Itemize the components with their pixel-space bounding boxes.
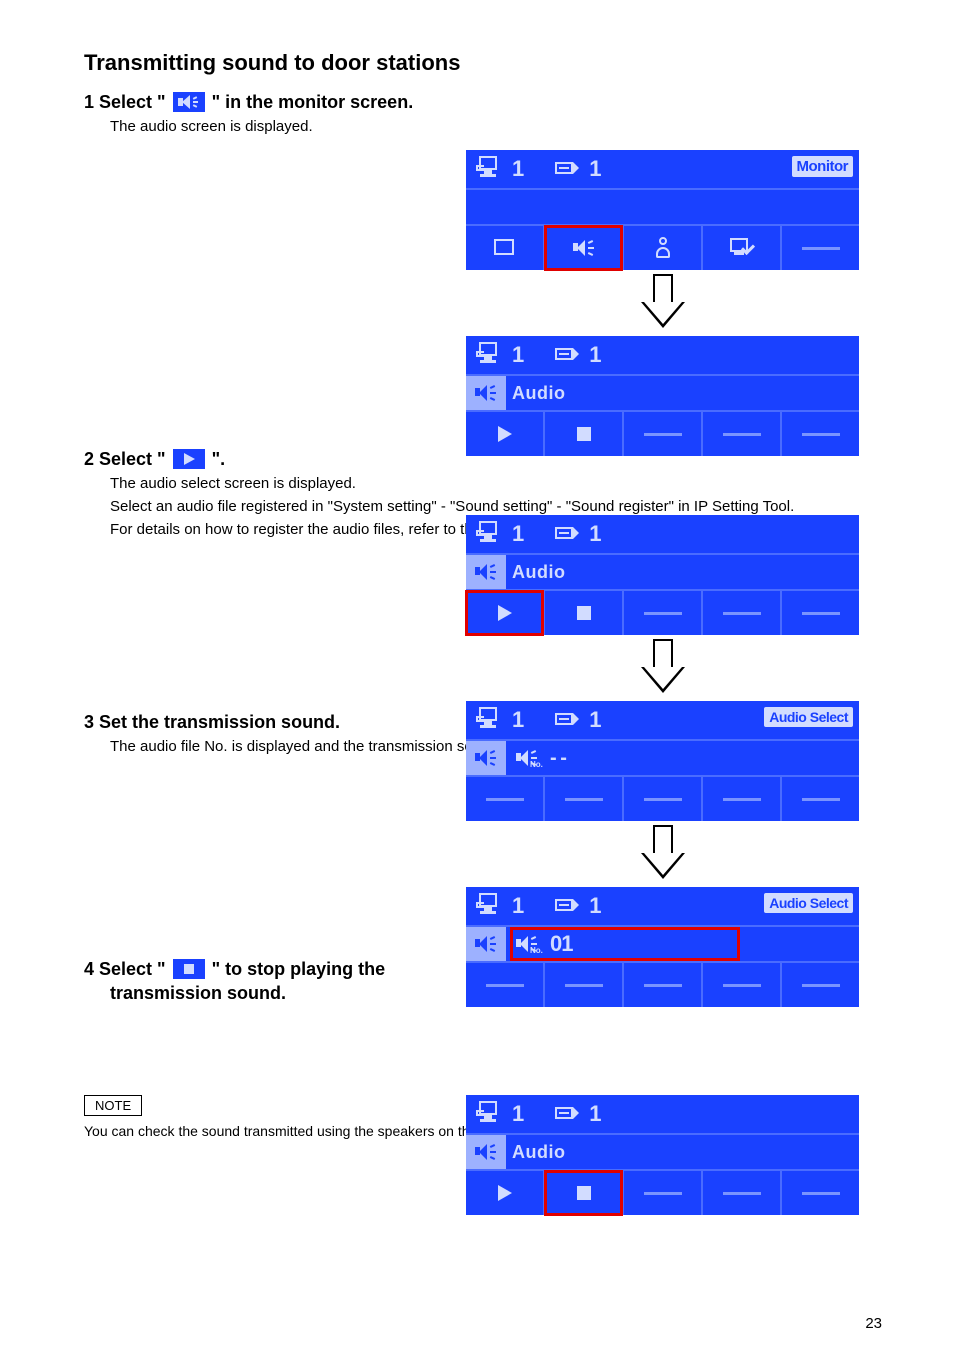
camera-no: 1 (589, 156, 600, 182)
fkey-stop[interactable] (545, 412, 624, 456)
lcd-audio-stop: 1 1 Audio (466, 1095, 859, 1215)
arrow-down-icon (641, 825, 685, 881)
camera-icon (553, 156, 583, 182)
audio-no-value: 01 (550, 931, 572, 957)
play-icon (173, 449, 205, 469)
page-number: 23 (865, 1315, 882, 1332)
step2-head-b: ". (212, 449, 226, 469)
fkey-speaker[interactable] (545, 226, 624, 270)
person-icon (652, 236, 674, 260)
arrow-down-icon (641, 274, 685, 330)
mode-badge-audioselect: Audio Select (764, 893, 853, 913)
station-icon (476, 342, 506, 368)
lcd-audio: 1 1 Audio (466, 336, 859, 456)
speaker-icon (173, 92, 205, 112)
camera-icon (553, 521, 583, 547)
camera-icon (553, 342, 583, 368)
audio-no-highlight (510, 927, 740, 961)
play-icon (498, 1185, 512, 1201)
fkey-stop[interactable] (545, 1171, 624, 1215)
camera-icon (553, 707, 583, 733)
lcd-audio-play: 1 1 Audio (466, 515, 859, 635)
step-1: 1 Select " " in the monitor screen. The … (84, 90, 888, 137)
fkey-person[interactable] (624, 226, 703, 270)
speaker-tab-icon (466, 1135, 506, 1169)
step4-head-b: " to stop playing the (212, 959, 386, 979)
step1-body: The audio screen is displayed. (110, 117, 888, 137)
play-icon (498, 426, 512, 442)
station-no: 1 (512, 156, 523, 182)
station-icon (476, 707, 506, 733)
arrow-down-icon (641, 639, 685, 695)
step1-head-b: " in the monitor screen. (212, 92, 414, 112)
step2-body-l1: The audio select screen is displayed. (110, 474, 888, 494)
step2-head-a: 2 Select " (84, 449, 166, 469)
play-icon (498, 605, 512, 621)
fkey-stop[interactable] (545, 591, 624, 635)
note-tag: NOTE (84, 1095, 142, 1116)
fkey-play[interactable] (466, 591, 545, 635)
station-icon (476, 521, 506, 547)
screen-icon (492, 237, 518, 259)
fkey-play[interactable] (466, 1171, 545, 1215)
station-icon (476, 156, 506, 182)
check-icon (728, 236, 756, 260)
stop-icon (173, 959, 205, 979)
section-title: Transmitting sound to door stations (84, 50, 888, 76)
mode-badge-monitor: Monitor (792, 156, 853, 177)
stop-icon (577, 427, 591, 441)
lcd-audio-select-blank: 1 1 Audio Select No. - - (466, 701, 859, 821)
camera-icon (553, 893, 583, 919)
speaker-no-icon: No. (514, 932, 544, 956)
speaker-tab-icon (466, 555, 506, 589)
step4-head-a: 4 Select " (84, 959, 166, 979)
speaker-no-icon: No. (514, 746, 544, 770)
station-icon (476, 1101, 506, 1127)
audio-label: Audio (512, 383, 566, 404)
speaker-tab-icon (466, 376, 506, 410)
lcd-audio-select-01: 1 1 Audio Select No. 01 (466, 887, 859, 1007)
step1-head-a: 1 Select " (84, 92, 166, 112)
step2-body-l2: Select an audio file registered in "Syst… (110, 497, 888, 517)
speaker-icon (571, 236, 597, 260)
stop-icon (577, 1186, 591, 1200)
fkey-screen[interactable] (466, 226, 545, 270)
speaker-tab-icon (466, 741, 506, 775)
speaker-tab-icon (466, 927, 506, 961)
camera-icon (553, 1101, 583, 1127)
lcd-monitor: 1 1 Monitor (466, 150, 859, 270)
audio-no-value: - - (550, 747, 566, 770)
fkey-play[interactable] (466, 412, 545, 456)
stop-icon (577, 606, 591, 620)
fkey-check[interactable] (703, 226, 782, 270)
mode-badge-audioselect: Audio Select (764, 707, 853, 727)
station-icon (476, 893, 506, 919)
fkey-empty (782, 226, 859, 270)
